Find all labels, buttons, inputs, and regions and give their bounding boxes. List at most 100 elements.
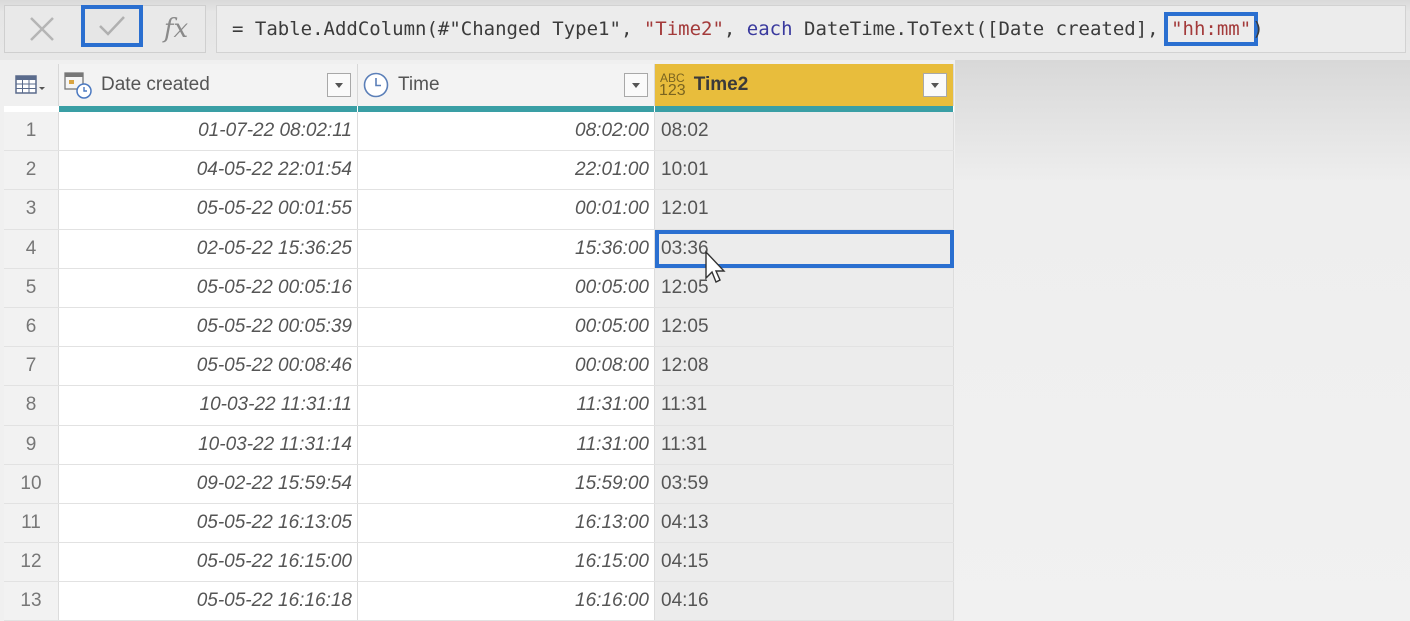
cell-time2[interactable]: 04:15: [655, 543, 954, 582]
formula-token: = Table.AddColumn(#: [232, 18, 450, 40]
cell-date-created[interactable]: 02-05-22 15:36:25: [59, 229, 358, 268]
cell-time2[interactable]: 03:36: [655, 229, 954, 268]
table-row[interactable]: 4 02-05-22 15:36:25 15:36:00 03:36: [4, 229, 954, 269]
row-number[interactable]: 11: [4, 503, 59, 543]
cell-time[interactable]: 15:36:00: [358, 229, 655, 268]
cell-time2[interactable]: 10:01: [655, 151, 954, 190]
table-row[interactable]: 9 10-03-22 11:31:14 11:31:00 11:31: [4, 425, 954, 465]
row-number[interactable]: 2: [4, 151, 59, 190]
formula-bar: fx = Table.AddColumn(# "Changed Type1", "…: [0, 0, 1410, 60]
column-label: Time2: [693, 74, 749, 95]
cell-time2[interactable]: 08:02: [655, 112, 954, 151]
cell-date-created[interactable]: 05-05-22 16:13:05: [59, 503, 358, 543]
cell-date-created[interactable]: 05-05-22 16:15:00: [59, 543, 358, 582]
cell-time2[interactable]: 12:05: [655, 307, 954, 347]
cell-date-created[interactable]: 09-02-22 15:59:54: [59, 464, 358, 503]
row-number[interactable]: 1: [4, 112, 59, 151]
cancel-button[interactable]: [13, 6, 71, 52]
cell-time[interactable]: 11:31:00: [358, 425, 655, 464]
row-number[interactable]: 4: [4, 229, 59, 268]
cell-time[interactable]: 00:05:00: [358, 307, 655, 347]
cell-time2[interactable]: 11:31: [655, 386, 954, 425]
cell-time2[interactable]: 11:31: [655, 425, 954, 464]
cell-time2[interactable]: 04:16: [655, 582, 954, 621]
column-header-time[interactable]: Time: [358, 64, 655, 112]
mouse-cursor-icon: [705, 250, 726, 283]
cell-time2[interactable]: 12:05: [655, 268, 954, 307]
clock-icon[interactable]: [362, 71, 390, 99]
column-filter-dropdown[interactable]: [923, 73, 947, 97]
formula-token-highlighted: "hh:mm": [1164, 12, 1259, 46]
cell-date-created[interactable]: 05-05-22 00:05:16: [59, 268, 358, 307]
cell-date-created[interactable]: 04-05-22 22:01:54: [59, 151, 358, 190]
cell-time[interactable]: 11:31:00: [358, 386, 655, 425]
formula-token: ,: [620, 18, 644, 40]
row-number[interactable]: 6: [4, 307, 59, 347]
cell-time2[interactable]: 12:08: [655, 347, 954, 386]
table-row[interactable]: 2 04-05-22 22:01:54 22:01:00 10:01: [4, 151, 954, 191]
cell-date-created[interactable]: 05-05-22 00:01:55: [59, 190, 358, 229]
column-label: Time: [398, 74, 440, 95]
table-body: 1 01-07-22 08:02:11 08:02:00 08:02 2 04-05-22…: [4, 112, 954, 621]
table-menu-button[interactable]: [4, 64, 59, 106]
table-row[interactable]: 11 05-05-22 16:13:05 16:13:00 04:13: [4, 503, 954, 544]
cell-time2[interactable]: 12:01: [655, 190, 954, 229]
row-number[interactable]: 3: [4, 190, 59, 229]
row-number[interactable]: 13: [4, 582, 59, 621]
formula-token: each: [746, 18, 793, 40]
table-row[interactable]: 7 05-05-22 00:08:46 00:08:00 12:08: [4, 347, 954, 387]
cell-time[interactable]: 16:15:00: [358, 543, 655, 582]
formula-input[interactable]: = Table.AddColumn(# "Changed Type1", "Tim…: [216, 5, 1406, 53]
table-row[interactable]: 5 05-05-22 00:05:16 00:05:00 12:05: [4, 268, 954, 308]
formula-bar-buttons: fx: [4, 5, 206, 53]
table-icon: [15, 75, 45, 94]
column-label: Date created: [101, 74, 210, 95]
datetime-icon[interactable]: [63, 70, 93, 100]
formula-token: "Changed Type1": [449, 18, 621, 40]
commit-button[interactable]: [81, 5, 143, 47]
table-row[interactable]: 13 05-05-22 16:16:18 16:16:00 04:16: [4, 582, 954, 621]
abc-123-icon[interactable]: ABC 123: [659, 72, 686, 99]
table-row[interactable]: 8 10-03-22 11:31:11 11:31:00 11:31: [4, 386, 954, 426]
data-grid: Date created Time ABC 123 Time2 1 01-07-2…: [4, 64, 954, 621]
row-number[interactable]: 12: [4, 543, 59, 582]
column-filter-dropdown[interactable]: [327, 73, 351, 97]
cell-date-created[interactable]: 10-03-22 11:31:11: [59, 386, 358, 425]
cell-time[interactable]: 00:08:00: [358, 347, 655, 386]
fx-icon: fx: [163, 14, 189, 44]
checkmark-icon: [99, 16, 125, 36]
column-header-time2[interactable]: ABC 123 Time2: [655, 64, 954, 112]
empty-canvas: [955, 60, 1410, 620]
column-header-date-created[interactable]: Date created: [59, 64, 358, 112]
row-number[interactable]: 8: [4, 386, 59, 425]
cell-date-created[interactable]: 05-05-22 00:05:39: [59, 307, 358, 347]
table-row[interactable]: 6 05-05-22 00:05:39 00:05:00 12:05: [4, 307, 954, 348]
cell-date-created[interactable]: 01-07-22 08:02:11: [59, 112, 358, 151]
row-number[interactable]: 7: [4, 347, 59, 386]
formula-token: ,: [723, 18, 747, 40]
cell-time[interactable]: 08:02:00: [358, 112, 655, 151]
cell-date-created[interactable]: 05-05-22 16:16:18: [59, 582, 358, 621]
cell-time[interactable]: 16:16:00: [358, 582, 655, 621]
row-number[interactable]: 10: [4, 464, 59, 503]
table-row[interactable]: 12 05-05-22 16:15:00 16:15:00 04:15: [4, 543, 954, 583]
cell-time[interactable]: 16:13:00: [358, 503, 655, 543]
close-icon: [30, 17, 54, 41]
formula-token: DateTime.ToText([Date created],: [792, 18, 1171, 40]
table-row[interactable]: 3 05-05-22 00:01:55 00:01:00 12:01: [4, 190, 954, 230]
row-number[interactable]: 9: [4, 425, 59, 464]
cell-time[interactable]: 22:01:00: [358, 151, 655, 190]
cell-time[interactable]: 15:59:00: [358, 464, 655, 503]
cell-date-created[interactable]: 10-03-22 11:31:14: [59, 425, 358, 464]
formula-token: "Time2": [643, 18, 724, 40]
cell-time2[interactable]: 04:13: [655, 503, 954, 543]
fx-button[interactable]: fx: [151, 6, 201, 52]
cell-time[interactable]: 00:01:00: [358, 190, 655, 229]
cell-date-created[interactable]: 05-05-22 00:08:46: [59, 347, 358, 386]
row-number[interactable]: 5: [4, 268, 59, 307]
cell-time2[interactable]: 03:59: [655, 464, 954, 503]
table-row[interactable]: 1 01-07-22 08:02:11 08:02:00 08:02: [4, 112, 954, 152]
cell-time[interactable]: 00:05:00: [358, 268, 655, 307]
column-filter-dropdown[interactable]: [624, 73, 648, 97]
table-row[interactable]: 10 09-02-22 15:59:54 15:59:00 03:59: [4, 464, 954, 504]
